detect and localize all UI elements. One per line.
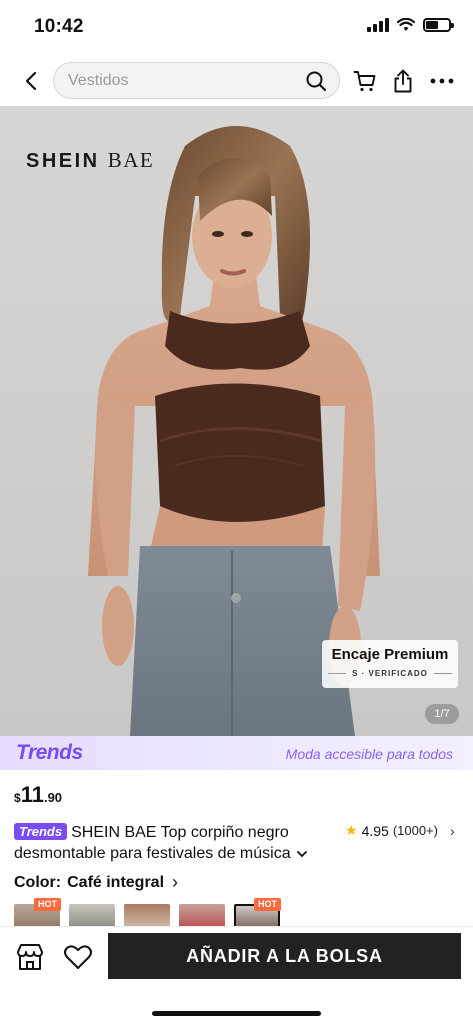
more-horizontal-icon [430,78,454,84]
price-decimal: .90 [43,790,63,805]
brand-logo-main: SHEIN [26,150,100,172]
badge-subtitle: S · VERIFICADO [322,669,458,678]
search-input[interactable] [68,63,298,98]
brand-logo: SHEIN BAE [26,148,154,173]
product-image-carousel[interactable]: SHEIN BAE Encaje Premium S · VERIFICADO … [0,106,473,736]
hot-badge: HOT [254,898,281,911]
more-options-button[interactable] [429,68,455,94]
status-time: 10:42 [34,16,84,37]
chevron-right-icon: › [172,872,179,892]
trends-tagline: Moda accesible para todos [285,746,453,762]
status-bar: 10:42 [0,0,473,56]
brand-logo-sub: BAE [107,148,155,172]
chevron-left-icon [25,71,37,91]
hot-badge: HOT [34,898,61,911]
product-title[interactable]: Trends SHEIN BAE Top corpiño negro desmon… [14,822,334,864]
top-nav [0,56,473,106]
color-swatch[interactable] [69,904,115,926]
chevron-down-icon[interactable] [297,850,307,858]
product-rating[interactable]: ★ 4.95 (1000+) › [345,822,455,839]
store-button[interactable] [14,941,46,973]
shopping-cart-icon [353,71,376,92]
status-icons [367,18,454,32]
color-label: Color: [14,873,62,891]
wifi-icon [397,18,415,31]
badge-title: Encaje Premium [331,646,449,663]
bottom-action-bar: AÑADIR A LA BOLSA [0,926,473,1024]
color-swatch[interactable] [124,904,170,926]
battery-icon [423,18,454,32]
home-indicator [152,1011,321,1016]
wishlist-button[interactable] [62,941,94,973]
chevron-right-icon: › [449,822,455,839]
store-icon [17,944,43,970]
color-selected-value: Café integral [67,873,165,891]
add-to-bag-button[interactable]: AÑADIR A LA BOLSA [108,933,461,979]
trends-chip: Trends [14,823,68,840]
cart-button[interactable] [352,68,378,94]
search-bar[interactable] [53,62,340,99]
image-page-indicator: 1/7 [425,704,459,724]
price-currency: $ [14,791,21,805]
color-swatches: HOT HOT [14,898,473,926]
premium-lace-badge: Encaje Premium S · VERIFICADO [322,640,458,688]
color-swatch[interactable] [179,904,225,926]
rating-count: (1000+) [392,823,438,838]
search-icon[interactable] [305,70,327,92]
price-integer: 11 [20,782,44,807]
color-selector-header[interactable]: Color: Café integral › [14,872,178,893]
rating-value: 4.95 [361,822,389,839]
trends-banner[interactable]: Trends Moda accesible para todos [0,736,473,770]
product-price: $11.90 [14,782,62,808]
back-button[interactable] [16,66,46,96]
heart-icon [64,945,92,969]
share-icon [394,69,412,93]
share-button[interactable] [390,68,416,94]
star-icon: ★ [345,822,358,838]
cellular-signal-icon [367,18,389,32]
trends-logo: Trends [16,741,83,764]
